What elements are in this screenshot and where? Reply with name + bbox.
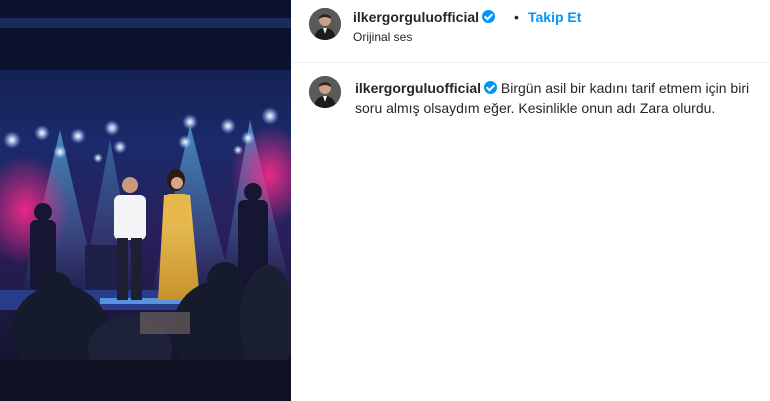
caption-username-link[interactable]: ilkergorguluofficial [355, 80, 498, 96]
divider [291, 62, 770, 63]
username-link[interactable]: ilkergorguluofficial [353, 9, 496, 25]
username-text: ilkergorguluofficial [353, 9, 480, 25]
profile-avatar[interactable] [309, 8, 341, 40]
verified-badge-icon [482, 10, 496, 23]
verified-badge-icon [484, 81, 498, 94]
caption-username: ilkergorguluofficial [355, 80, 482, 96]
follow-button[interactable]: Takip Et [528, 9, 581, 25]
audio-link[interactable]: Orijinal ses [353, 30, 412, 44]
post-detail-panel: ilkergorguluofficial • Takip Et Orijinal… [291, 0, 770, 401]
post-media[interactable] [0, 0, 291, 401]
post-header: ilkergorguluofficial • Takip Et Orijinal… [309, 6, 749, 54]
caption-avatar[interactable] [309, 76, 341, 108]
caption-text-block: ilkergorguluofficial Birgün asil bir kad… [355, 78, 755, 118]
separator-dot: • [514, 9, 519, 25]
concert-photo [0, 0, 291, 401]
